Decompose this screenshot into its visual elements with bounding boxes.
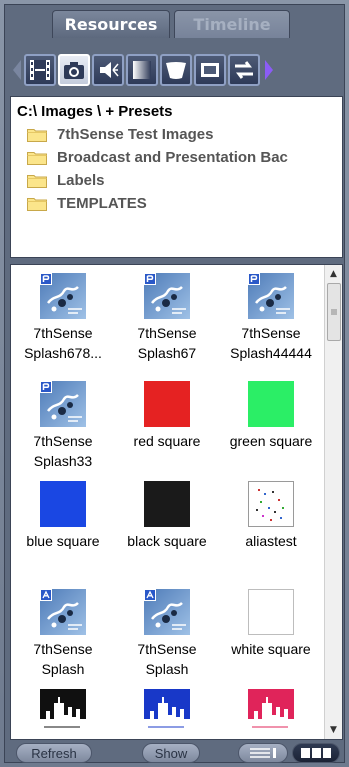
thumbnail-item[interactable]: 7thSense Splash xyxy=(115,589,219,679)
thumbnail-image xyxy=(40,273,86,319)
thumbnail-label: red square xyxy=(133,433,201,449)
gradient-button[interactable] xyxy=(126,54,158,86)
folder-label: TEMPLATES xyxy=(57,195,147,212)
folder-item[interactable]: Broadcast and Presentation Bac xyxy=(17,146,336,169)
show-button[interactable]: Show xyxy=(142,743,200,763)
tab-timeline[interactable]: Timeline xyxy=(174,10,290,38)
thumbnail-label: white square xyxy=(231,641,311,657)
bottom-bar: Refresh Show xyxy=(10,743,343,763)
thumbnail-item[interactable]: red square xyxy=(115,381,219,451)
audio-button[interactable] xyxy=(92,54,124,86)
list-view-icon xyxy=(250,748,276,758)
speaker-icon xyxy=(100,62,119,78)
thumbnail-image xyxy=(40,689,86,735)
film-button[interactable] xyxy=(24,54,56,86)
film-icon xyxy=(30,60,50,80)
thumbnail-item[interactable]: 7thSense Splash67 xyxy=(115,273,219,363)
thumbnail-label: aliastest xyxy=(245,533,297,549)
scroll-left-button[interactable] xyxy=(10,55,24,85)
resource-type-toolbar xyxy=(10,50,340,90)
thumbnail-image xyxy=(144,381,190,427)
grid-view-button[interactable] xyxy=(292,743,340,763)
thumbnail-image xyxy=(248,273,294,319)
thumbnail-item[interactable] xyxy=(115,689,219,735)
thumbnail-item[interactable]: 7thSense Splash678... xyxy=(11,273,115,363)
scroll-right-button[interactable] xyxy=(262,55,276,85)
thumbnail-item[interactable]: 7thSense Splash44444 xyxy=(219,273,323,363)
thumbnail-image xyxy=(40,381,86,427)
thumbnail-image xyxy=(248,589,294,635)
grip-icon xyxy=(331,309,337,315)
thumbnail-image xyxy=(144,481,190,527)
chevron-right-icon xyxy=(265,60,273,80)
thumbnail-image xyxy=(248,689,294,735)
scroll-down-icon[interactable]: ▼ xyxy=(325,721,342,739)
thumbnail-image xyxy=(40,589,86,635)
thumbnail-item[interactable]: white square xyxy=(219,589,323,659)
thumbnail-image xyxy=(248,381,294,427)
folder-tree: C:\ Images \ + Presets 7thSense Test Ima… xyxy=(10,96,343,258)
thumbnail-item[interactable]: 7thSense Splash33 xyxy=(11,381,115,471)
thumbnail-item[interactable] xyxy=(11,689,115,735)
thumbnail-image xyxy=(248,481,294,527)
thumbnail-label: 7thSense Splash678... xyxy=(24,325,102,361)
thumbnail-image xyxy=(144,689,190,735)
folder-item[interactable]: TEMPLATES xyxy=(17,192,336,215)
scroll-up-icon[interactable]: ▲ xyxy=(325,265,342,283)
scrollbar-thumb[interactable] xyxy=(327,283,341,341)
grid-view-icon xyxy=(301,748,331,758)
refresh-button[interactable]: Refresh xyxy=(16,743,92,763)
gradient-icon xyxy=(133,61,151,79)
folder-icon xyxy=(27,175,47,188)
thumbnail-label: 7thSense Splash67 xyxy=(137,325,197,361)
camera-icon xyxy=(64,62,84,79)
folder-item[interactable]: Labels xyxy=(17,169,336,192)
vertical-scrollbar[interactable]: ▲ ▼ xyxy=(324,265,342,739)
folder-icon xyxy=(27,129,47,142)
thumbnail-label: 7thSense Splash33 xyxy=(33,433,93,469)
tab-bar: Resources Timeline xyxy=(52,10,294,38)
thumbnail-panel: 7thSense Splash678... 7thSense Splash67 7t… xyxy=(10,264,343,740)
thumbnail-label: 7thSense Splash xyxy=(33,641,93,677)
camera-button[interactable] xyxy=(58,54,90,86)
tab-resources[interactable]: Resources xyxy=(52,10,170,38)
thumbnail-image xyxy=(40,481,86,527)
thumbnail-item[interactable]: green square xyxy=(219,381,323,451)
thumbnail-label: green square xyxy=(229,433,313,449)
thumbnail-item[interactable] xyxy=(219,689,323,735)
swap-button[interactable] xyxy=(228,54,260,86)
thumbnail-item[interactable]: blue square xyxy=(11,481,115,551)
list-view-button[interactable] xyxy=(238,743,288,763)
thumbnail-label: 7thSense Splash xyxy=(137,641,197,677)
current-path[interactable]: C:\ Images \ + Presets xyxy=(17,101,336,123)
folder-label: Broadcast and Presentation Bac xyxy=(57,149,288,166)
thumbnail-item[interactable]: aliastest xyxy=(219,481,323,551)
mask-icon xyxy=(166,62,186,79)
thumbnail-label: blue square xyxy=(26,533,100,549)
folder-icon xyxy=(27,152,47,165)
mask-button[interactable] xyxy=(160,54,192,86)
thumbnail-item[interactable]: 7thSense Splash xyxy=(11,589,115,679)
thumbnail-item[interactable]: black square xyxy=(115,481,219,551)
screen-button[interactable] xyxy=(194,54,226,86)
thumbnail-label: black square xyxy=(127,533,207,549)
folder-icon xyxy=(27,198,47,211)
chevron-left-icon xyxy=(13,60,21,80)
folder-label: 7thSense Test Images xyxy=(57,126,214,143)
folder-label: Labels xyxy=(57,172,105,189)
folder-item[interactable]: 7thSense Test Images xyxy=(17,123,336,146)
thumbnail-image xyxy=(144,589,190,635)
thumbnail-image xyxy=(144,273,190,319)
thumbnail-label: 7thSense Splash44444 xyxy=(230,325,312,361)
screen-icon xyxy=(201,63,219,77)
swap-icon xyxy=(235,61,253,79)
